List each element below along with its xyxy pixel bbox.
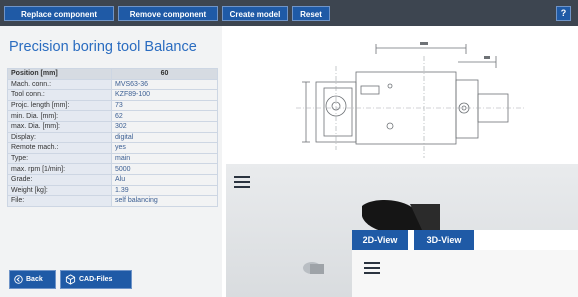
cad-files-button[interactable]: CAD-Files: [60, 270, 132, 289]
spec-key: max. rpm [1/min]:: [7, 163, 112, 175]
product-title: Precision boring tool Balance: [9, 39, 197, 55]
table-row: Mach. conn.: MVS63-36: [7, 78, 218, 91]
table-row: Tool conn.: KZF89-100: [7, 89, 218, 101]
product-info-panel: Precision boring tool Balance Position […: [0, 26, 222, 297]
spec-key: Mach. conn.:: [7, 78, 112, 91]
replace-component-button[interactable]: Replace component: [4, 6, 114, 21]
spec-value: Alu: [111, 173, 218, 186]
view-menu-icon[interactable]: [364, 262, 380, 274]
cad-files-icon: [65, 274, 76, 285]
spec-value: digital: [111, 131, 218, 144]
spec-key: Tool conn.:: [7, 89, 112, 101]
spec-key: File:: [7, 195, 112, 207]
table-row: Grade: Alu: [7, 173, 218, 186]
spec-value: 1.39: [111, 184, 218, 197]
tab-2d-view[interactable]: 2D-View: [352, 230, 408, 250]
spec-value: KZF89-100: [111, 89, 218, 101]
toolbar: Replace component Remove component Creat…: [0, 0, 578, 26]
spec-value: 302: [111, 120, 218, 133]
configurator-window: Replace component Remove component Creat…: [0, 0, 578, 297]
spec-value: 60: [111, 68, 218, 80]
table-row: min. Dia. [mm]: 62: [7, 110, 218, 122]
back-arrow-icon: [14, 274, 23, 284]
spec-key: max. Dia. [mm]:: [7, 120, 112, 133]
technical-drawing: [226, 26, 578, 164]
spec-key: Type:: [7, 152, 112, 165]
spec-key: Position [mm]: [7, 68, 112, 80]
spec-key: min. Dia. [mm]:: [7, 110, 112, 122]
tab-3d-view[interactable]: 3D-View: [414, 230, 474, 250]
spec-value: MVS63-36: [111, 78, 218, 91]
spec-value: main: [111, 152, 218, 165]
create-model-button[interactable]: Create model: [222, 6, 288, 21]
spec-value: self balancing: [111, 195, 218, 207]
drawing-canvas: [296, 42, 526, 158]
back-label: Back: [26, 276, 43, 283]
spec-value: 62: [111, 110, 218, 122]
spec-key: Weight [kg]:: [7, 184, 112, 197]
spec-value: 5000: [111, 163, 218, 175]
spec-key: Projc. length [mm]:: [7, 99, 112, 112]
spec-key: Grade:: [7, 173, 112, 186]
table-row: Display: digital: [7, 131, 218, 144]
table-row: Type: main: [7, 152, 218, 165]
help-button[interactable]: ?: [556, 6, 571, 21]
spec-key: Remote mach.:: [7, 142, 112, 154]
spec-table: Position [mm] 60 Mach. conn.: MVS63-36 T…: [7, 68, 218, 207]
spec-key: Display:: [7, 131, 112, 144]
table-row: Weight [kg]: 1.39: [7, 184, 218, 197]
table-row: Projc. length [mm]: 73: [7, 99, 218, 112]
table-row: Remote mach.: yes: [7, 142, 218, 154]
table-row: File: self balancing: [7, 195, 218, 207]
spec-value: yes: [111, 142, 218, 154]
table-header-row: Position [mm] 60: [7, 68, 218, 80]
cad-files-label: CAD-Files: [79, 276, 113, 283]
view-panel: [352, 250, 578, 297]
remove-component-button[interactable]: Remove component: [118, 6, 218, 21]
table-row: max. Dia. [mm]: 302: [7, 120, 218, 133]
table-row: max. rpm [1/min]: 5000: [7, 163, 218, 175]
back-button[interactable]: Back: [9, 270, 56, 289]
spec-value: 73: [111, 99, 218, 112]
reset-button[interactable]: Reset: [292, 6, 330, 21]
view-tabs: 2D-View 3D-View: [352, 230, 578, 250]
